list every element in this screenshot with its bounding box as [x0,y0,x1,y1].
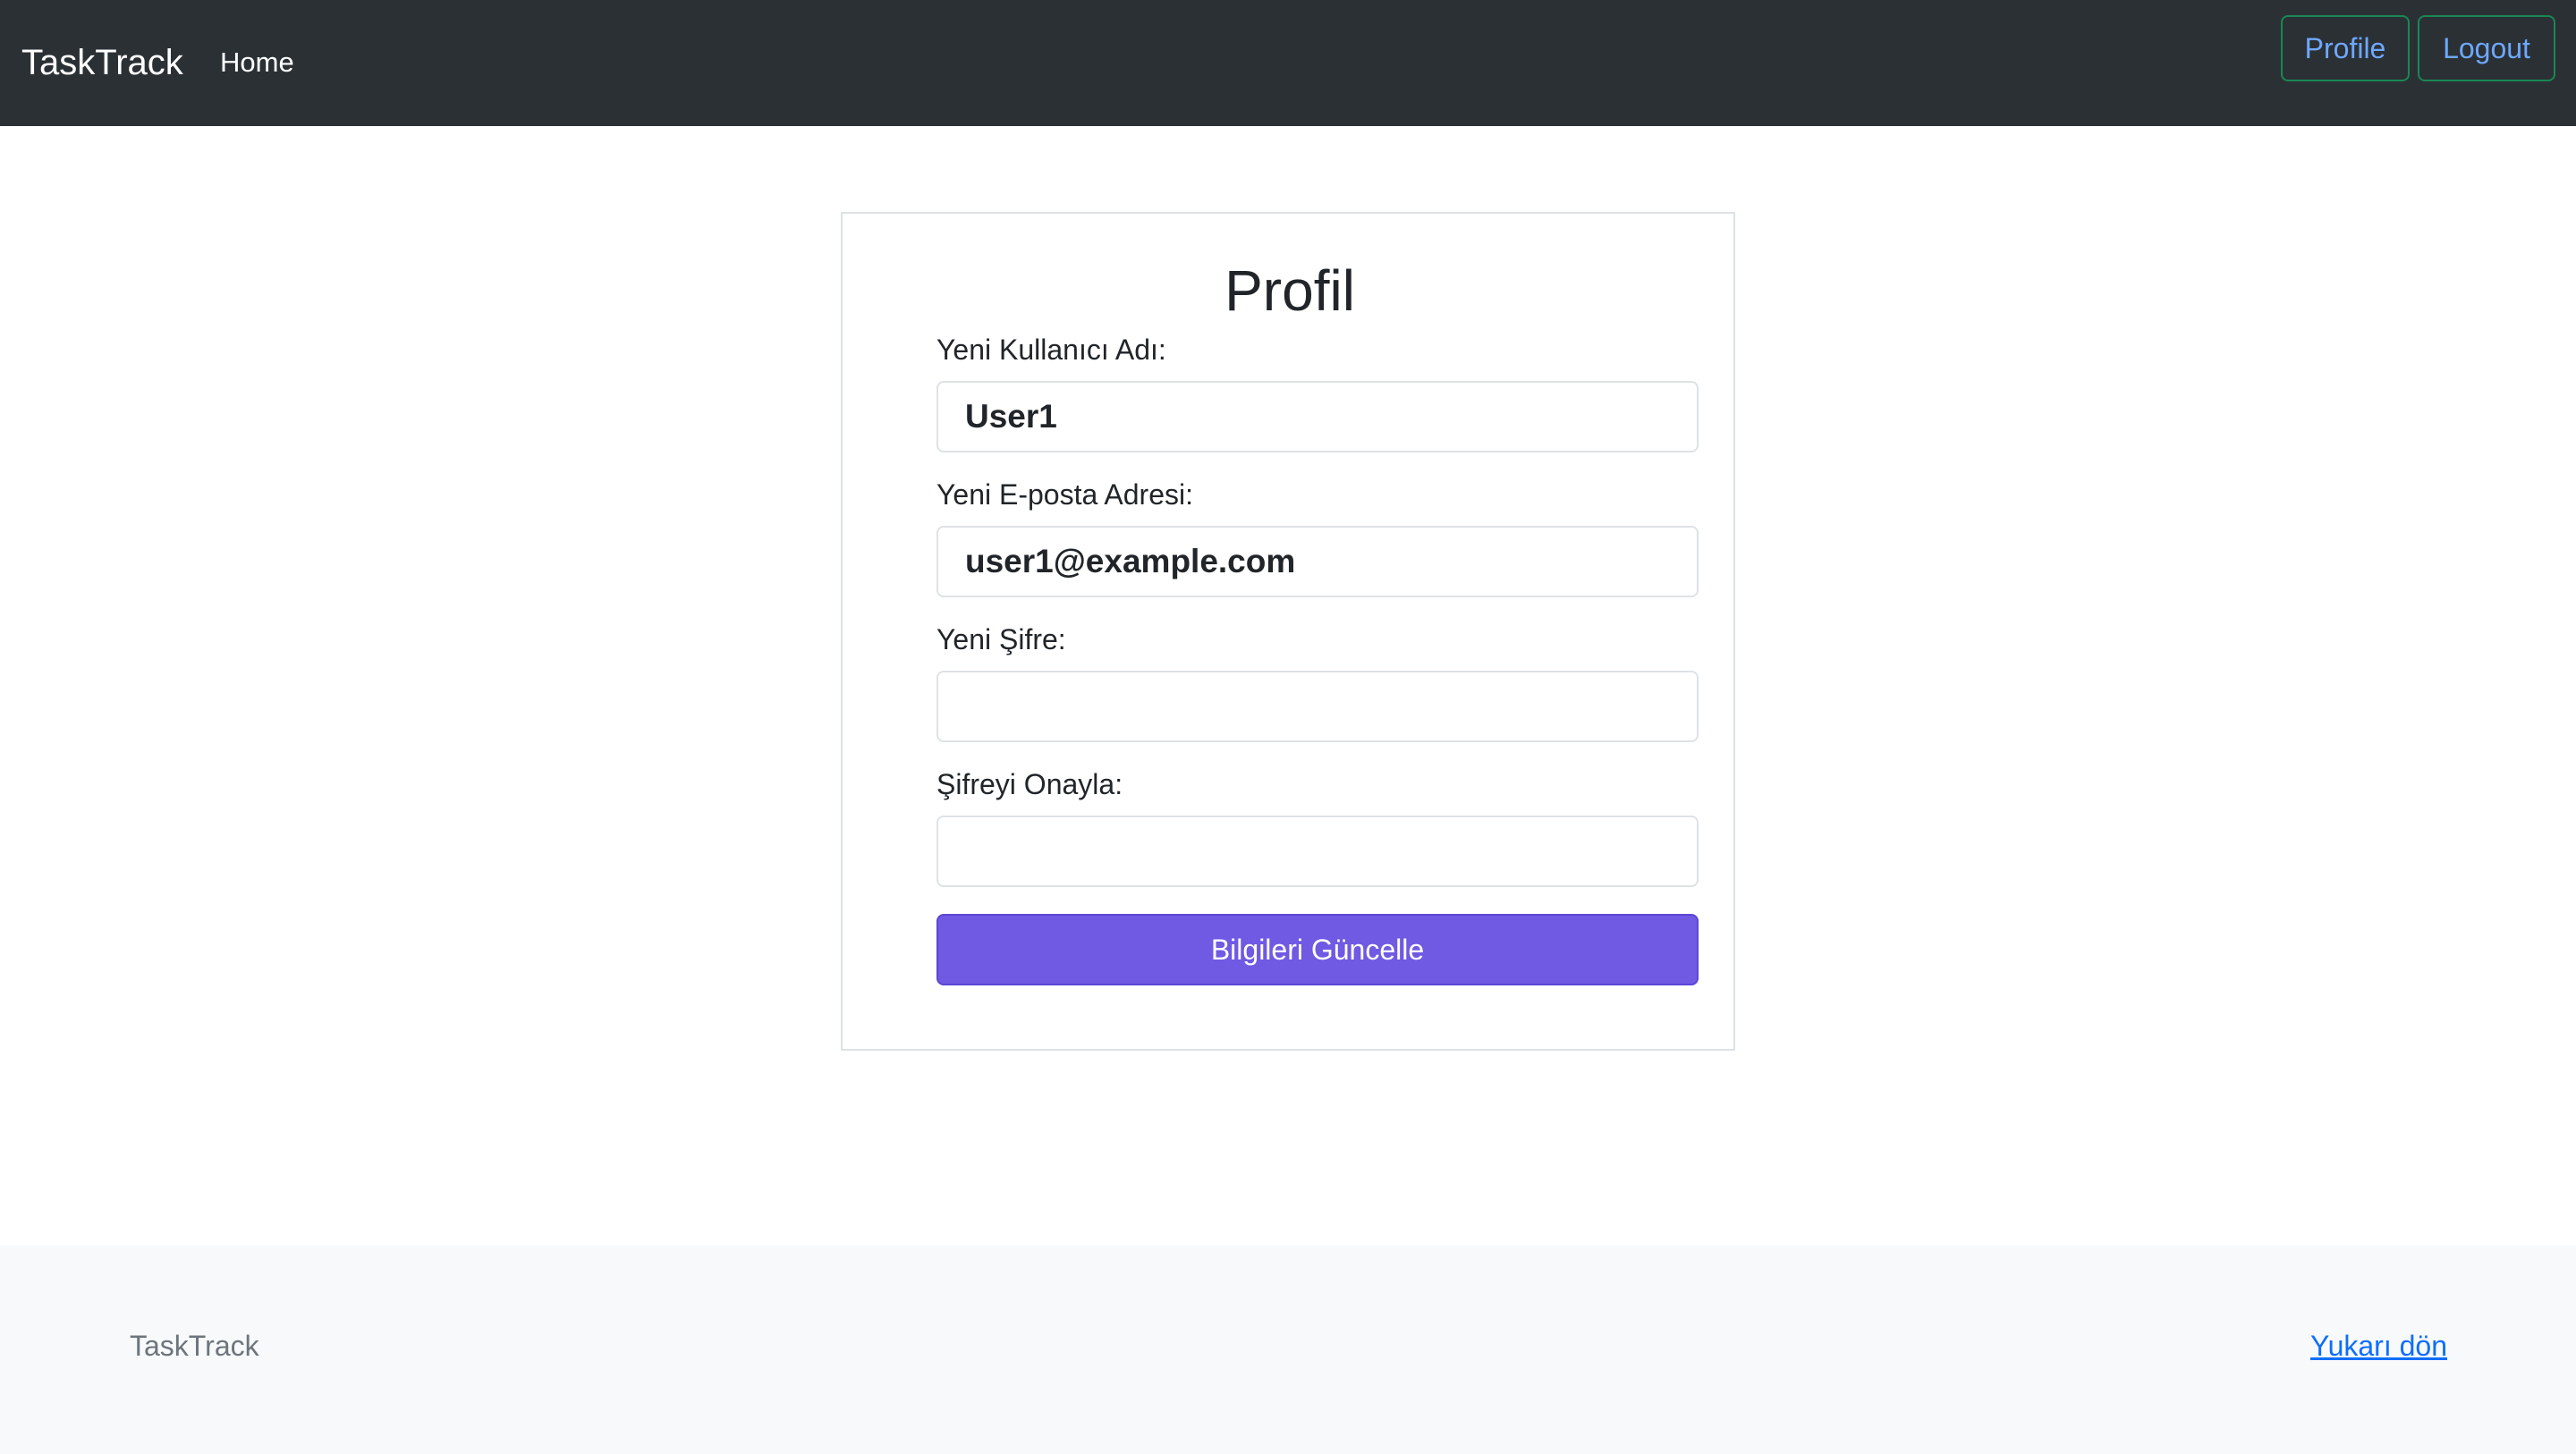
page-title: Profil [1224,258,1355,323]
profile-card: Profil Yeni Kullanıcı Adı: Yeni E-posta … [841,212,1735,1051]
footer-brand: TaskTrack [130,1330,259,1362]
top-navbar: TaskTrack Home Profile Logout [0,0,2576,126]
confirm-password-field[interactable] [936,816,1699,887]
back-to-top-link[interactable]: Yukarı dön [2310,1328,2447,1364]
password-label: Yeni Şifre: [936,623,1066,655]
profile-button[interactable]: Profile [2281,15,2410,81]
nav-link-home[interactable]: Home [220,45,294,80]
username-label: Yeni Kullanıcı Adı: [936,334,1166,366]
update-info-button[interactable]: Bilgileri Güncelle [936,914,1699,985]
password-field[interactable] [936,671,1699,742]
page-footer: TaskTrack Yukarı dön [0,1246,2576,1454]
email-field[interactable] [936,526,1699,597]
email-label: Yeni E-posta Adresi: [936,478,1193,511]
brand-logo[interactable]: TaskTrack [21,39,183,86]
confirm-password-label: Şifreyi Onayla: [936,768,1123,800]
username-field[interactable] [936,381,1699,452]
logout-button[interactable]: Logout [2418,15,2555,81]
